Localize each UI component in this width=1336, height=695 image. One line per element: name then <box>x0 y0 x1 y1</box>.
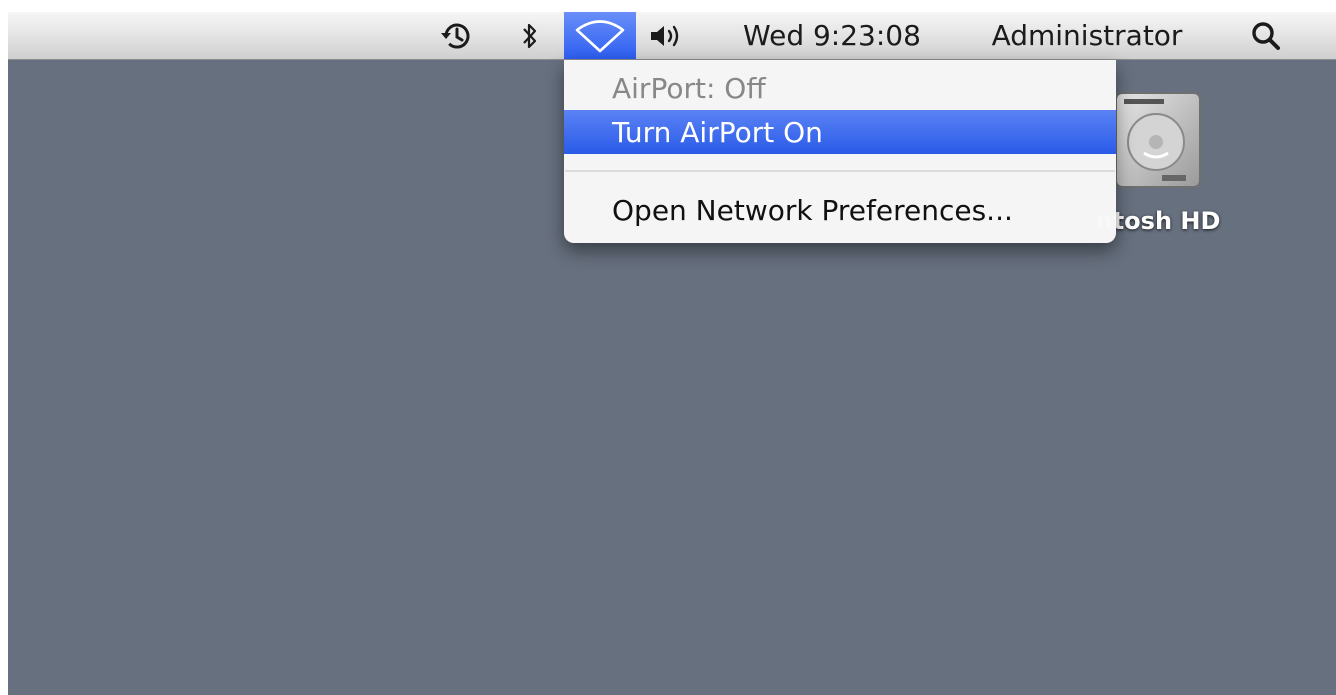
airport-menu: AirPort: Off Turn AirPort On Open Networ… <box>564 60 1116 243</box>
user-name: Administrator <box>991 19 1183 52</box>
volume-menu-extra[interactable] <box>644 12 688 59</box>
time-machine-icon <box>441 23 470 49</box>
screen: Wed 9:23:08 Administrator ntosh HD AirPo… <box>0 0 1336 695</box>
desktop: Wed 9:23:08 Administrator ntosh HD AirPo… <box>8 12 1336 695</box>
time-machine-menu-extra[interactable] <box>432 12 482 59</box>
menu-clock[interactable]: Wed 9:23:08 <box>722 12 942 59</box>
user-menu[interactable]: Administrator <box>964 12 1210 59</box>
airport-status: AirPort: Off <box>612 71 766 105</box>
bluetooth-menu-extra[interactable] <box>512 12 548 59</box>
volume-icon <box>651 25 679 46</box>
clock-text: Wed 9:23:08 <box>743 19 921 52</box>
search-icon <box>1252 21 1280 50</box>
open-network-preferences-item[interactable]: Open Network Preferences... <box>564 188 1116 232</box>
turn-airport-on-item[interactable]: Turn AirPort On <box>564 110 1116 154</box>
spotlight-menu-extra[interactable] <box>1244 12 1288 59</box>
bluetooth-icon <box>523 23 537 48</box>
wifi-icon <box>575 19 625 52</box>
hard-drive-icon[interactable] <box>1110 87 1206 193</box>
airport-menu-extra[interactable] <box>564 12 636 59</box>
menu-separator <box>565 170 1115 172</box>
menu-bar: Wed 9:23:08 Administrator <box>8 12 1336 60</box>
